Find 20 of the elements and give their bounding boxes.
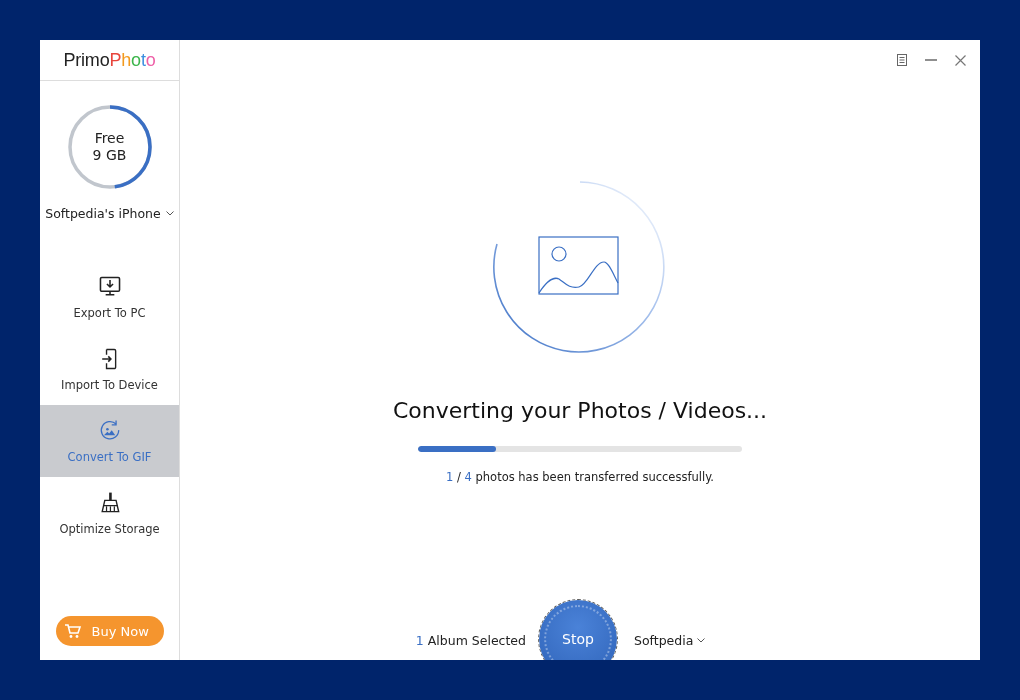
nav-item[interactable]: Export To PC	[40, 261, 179, 333]
close-icon	[955, 54, 966, 66]
chevron-down-icon[interactable]	[697, 637, 706, 643]
notes-button[interactable]	[895, 52, 909, 68]
cart-icon	[63, 623, 82, 639]
nav-item[interactable]: Import To Device	[40, 333, 179, 405]
progress-message: 1 / 4 photos has been transferred successfully.	[446, 470, 714, 484]
chevron-down-icon[interactable]	[165, 211, 174, 216]
minimize-icon	[925, 59, 937, 61]
document-icon	[897, 54, 907, 66]
storage-label: Free	[94, 130, 125, 147]
logo-text: PrimoPhoto	[63, 49, 156, 71]
close-button[interactable]	[953, 52, 968, 68]
device-name[interactable]: Softpedia's iPhone	[45, 206, 161, 221]
minimize-button[interactable]	[923, 57, 939, 63]
destination-name[interactable]: Softpedia	[634, 632, 694, 648]
album-count: 1 Album Selected	[415, 632, 526, 648]
storage-amount: 9 GB	[92, 147, 127, 164]
nav-item[interactable]: Optimize Storage	[40, 477, 179, 549]
status-title: Converting your Photos / Videos...	[392, 398, 768, 423]
